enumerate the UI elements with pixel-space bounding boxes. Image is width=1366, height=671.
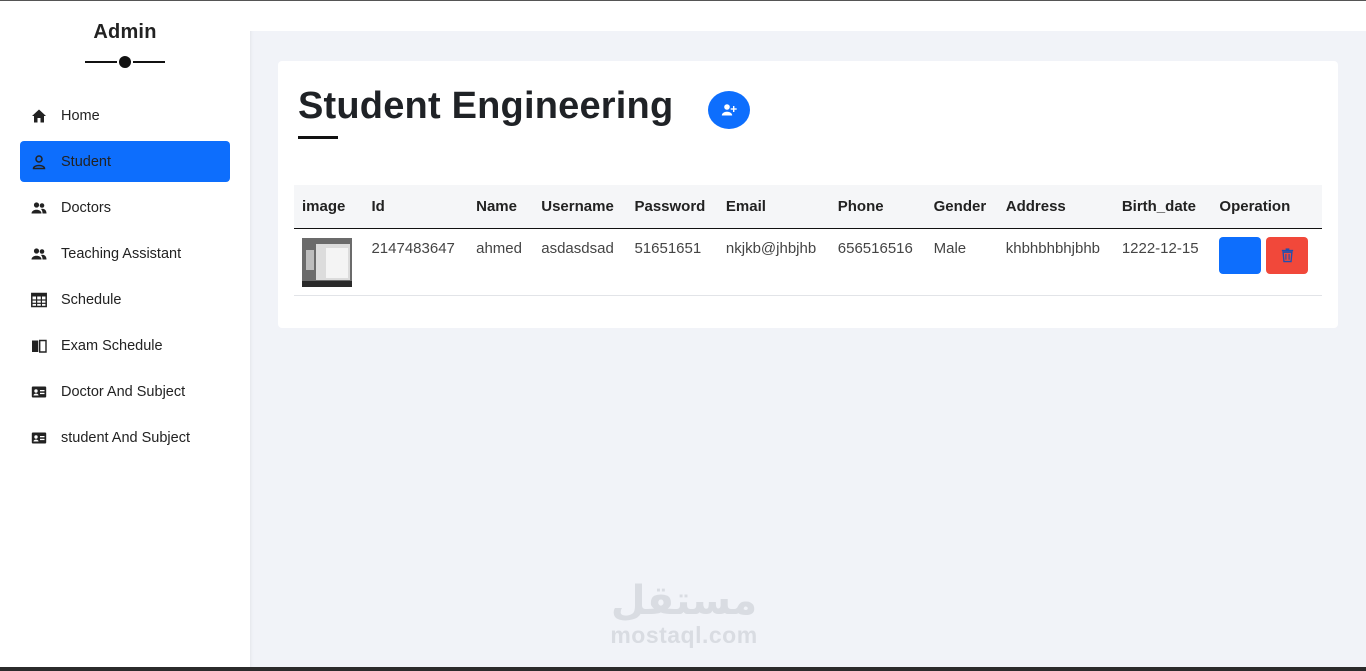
sidebar-nav: Home Student Doctors Teaching Assistant … — [20, 95, 230, 463]
cell-operation — [1211, 228, 1322, 295]
column-header-birth-date: Birth_date — [1121, 197, 1196, 215]
users-icon — [30, 245, 47, 262]
content-card: Student Engineering image Id Name Userna… — [278, 61, 1338, 328]
sidebar-item-label: student And Subject — [61, 429, 190, 446]
title-underline — [298, 136, 338, 139]
sidebar-item-label: Doctor And Subject — [61, 383, 186, 400]
sidebar-item-schedule[interactable]: Schedule — [20, 279, 230, 320]
cell-name: ahmed — [476, 239, 522, 257]
column-header-phone: Phone — [837, 197, 884, 215]
cell-username: asdasdsad — [541, 239, 614, 257]
sidebar: Admin Home Student Doctors Teaching Assi… — [0, 0, 250, 671]
sidebar-item-teaching-assistant[interactable]: Teaching Assistant — [20, 233, 230, 274]
cell-gender: Male — [933, 239, 967, 257]
sidebar-item-student-and-subject[interactable]: student And Subject — [20, 417, 230, 458]
sidebar-item-doctor-and-subject[interactable]: Doctor And Subject — [20, 371, 230, 412]
users-icon — [30, 199, 47, 216]
student-photo — [302, 237, 352, 287]
column-header-id: Id — [371, 197, 385, 215]
column-header-name: Name — [476, 197, 517, 215]
add-student-button[interactable] — [708, 91, 750, 129]
sidebar-item-doctors[interactable]: Doctors — [20, 187, 230, 228]
sidebar-item-label: Home — [61, 107, 100, 124]
column-header-password: Password — [634, 197, 706, 215]
table-icon — [30, 291, 47, 308]
row-actions — [1219, 236, 1314, 274]
cell-id: 2147483647 — [371, 239, 455, 257]
id-card-icon — [30, 429, 47, 446]
edit-button[interactable] — [1219, 236, 1262, 274]
sidebar-item-label: Doctors — [61, 199, 111, 216]
column-header-operation: Operation — [1219, 197, 1291, 215]
delete-button[interactable] — [1266, 236, 1309, 274]
cell-image — [294, 228, 363, 295]
table-row: 2147483647 ahmed asdasdsad 51651651 nkjk… — [294, 228, 1322, 295]
page-title: Student Engineering — [298, 85, 674, 127]
cell-address: khbhbhbhjbhb — [1005, 239, 1101, 257]
column-header-username: Username — [541, 197, 614, 215]
cell-password: 51651651 — [634, 239, 702, 257]
watermark-arabic: مستقل — [610, 578, 758, 624]
sidebar-item-exam-schedule[interactable]: Exam Schedule — [20, 325, 230, 366]
cell-birth-date: 1222-12-15 — [1121, 239, 1199, 257]
sidebar-item-label: Exam Schedule — [61, 337, 163, 354]
students-table: image Id Name Username Password Email Ph… — [294, 185, 1322, 296]
sidebar-item-label: Teaching Assistant — [61, 245, 182, 262]
sidebar-title: Admin — [93, 21, 157, 43]
column-header-image: image — [302, 197, 346, 215]
column-header-email: Email — [725, 197, 766, 215]
watermark-logo: مستقل mostaql.com — [598, 578, 770, 648]
trash-icon — [1280, 247, 1295, 263]
sidebar-brand: Admin — [0, 0, 250, 68]
column-header-gender: Gender — [933, 197, 987, 215]
user-icon — [30, 153, 47, 170]
sidebar-item-student[interactable]: Student — [20, 141, 230, 182]
user-plus-icon — [721, 102, 737, 118]
brand-divider — [0, 56, 250, 68]
cell-phone: 656516516 — [837, 239, 913, 257]
watermark-latin: mostaql.com — [610, 622, 758, 648]
table-header-row: image Id Name Username Password Email Ph… — [294, 185, 1322, 228]
sidebar-item-label: Schedule — [61, 291, 122, 308]
sidebar-item-label: Student — [61, 153, 111, 170]
top-bar — [250, 1, 1366, 31]
book-icon — [30, 337, 47, 354]
id-card-icon — [30, 383, 47, 400]
home-icon — [30, 107, 47, 124]
taskbar-edge — [0, 667, 1366, 671]
sidebar-item-home[interactable]: Home — [20, 95, 230, 136]
column-header-address: Address — [1005, 197, 1066, 215]
window-top-border — [0, 0, 1366, 1]
cell-email: nkjkb@jhbjhb — [725, 239, 817, 257]
